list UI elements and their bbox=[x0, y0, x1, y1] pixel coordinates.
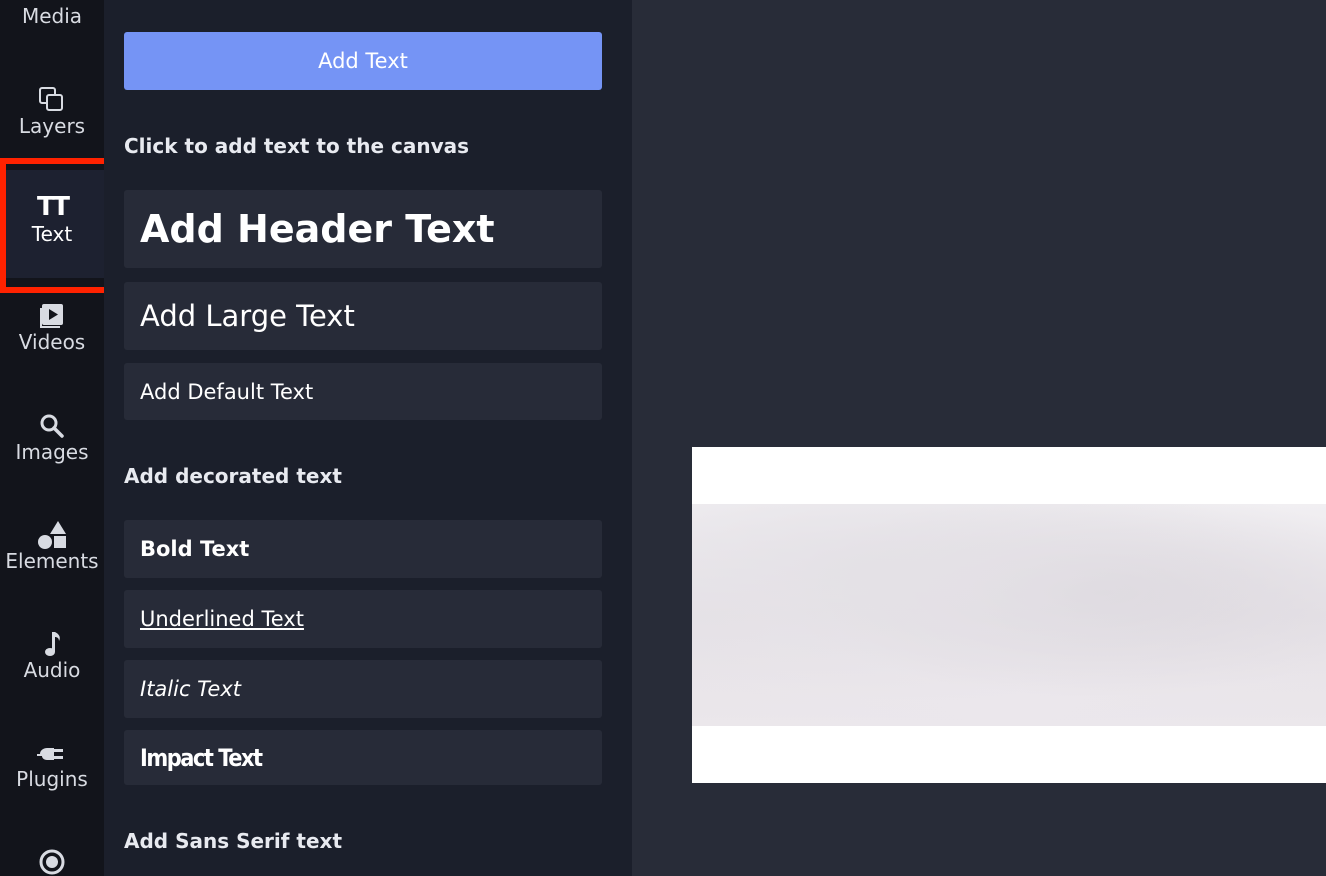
impact-text-option[interactable]: Impact Text bbox=[124, 730, 602, 785]
text-icon: TT bbox=[36, 192, 70, 222]
sidebar-item-images[interactable]: Images bbox=[0, 410, 104, 464]
add-large-text-option[interactable]: Add Large Text bbox=[124, 282, 602, 350]
sidebar-item-label: Media bbox=[21, 4, 83, 28]
sidebar-item-elements[interactable]: Elements bbox=[0, 519, 104, 573]
sidebar-item-text[interactable]: TT Text bbox=[0, 170, 104, 278]
sidebar-item-label: Text bbox=[31, 222, 73, 246]
design-canvas[interactable] bbox=[692, 447, 1326, 783]
section-title-hint: Click to add text to the canvas bbox=[124, 134, 470, 158]
add-text-button[interactable]: Add Text bbox=[124, 32, 602, 90]
sidebar-item-layers[interactable]: Layers bbox=[0, 84, 104, 138]
impact-text-label: Impact Text bbox=[140, 743, 263, 772]
add-header-text-option[interactable]: Add Header Text bbox=[124, 190, 602, 268]
sidebar-item-label: Audio bbox=[23, 658, 81, 682]
sidebar-item-plugins[interactable]: Plugins bbox=[0, 737, 104, 791]
text-panel: Add Text Click to add text to the canvas… bbox=[104, 0, 632, 876]
sidebar-item-videos[interactable]: Videos bbox=[0, 300, 104, 354]
shapes-icon bbox=[0, 519, 104, 549]
music-note-icon bbox=[0, 628, 104, 658]
plug-icon bbox=[0, 737, 104, 767]
canvas-background-image[interactable] bbox=[692, 504, 1326, 726]
sidebar-item-label: Videos bbox=[18, 330, 86, 354]
search-icon bbox=[0, 410, 104, 440]
section-title-sans-serif: Add Sans Serif text bbox=[124, 829, 343, 853]
bold-text-option[interactable]: Bold Text bbox=[124, 520, 602, 578]
sidebar-item-record[interactable] bbox=[0, 846, 104, 876]
sidebar-item-label: Plugins bbox=[16, 767, 88, 791]
editor-canvas-area bbox=[632, 0, 1326, 876]
underlined-text-option[interactable]: Underlined Text bbox=[124, 590, 602, 648]
sidebar-rail: Media Layers TT Text Videos Images Eleme… bbox=[0, 0, 104, 876]
sidebar-item-media[interactable]: Media bbox=[0, 0, 104, 40]
add-default-text-option[interactable]: Add Default Text bbox=[124, 363, 602, 420]
sidebar-item-audio[interactable]: Audio bbox=[0, 628, 104, 682]
sidebar-item-label: Images bbox=[15, 440, 89, 464]
italic-text-option[interactable]: Italic Text bbox=[124, 660, 602, 718]
section-title-decorated: Add decorated text bbox=[124, 464, 342, 488]
sidebar-item-label: Layers bbox=[18, 114, 86, 138]
record-icon bbox=[0, 846, 104, 876]
video-icon bbox=[0, 300, 104, 330]
sidebar-item-label: Elements bbox=[5, 549, 99, 573]
layers-icon bbox=[0, 84, 104, 114]
